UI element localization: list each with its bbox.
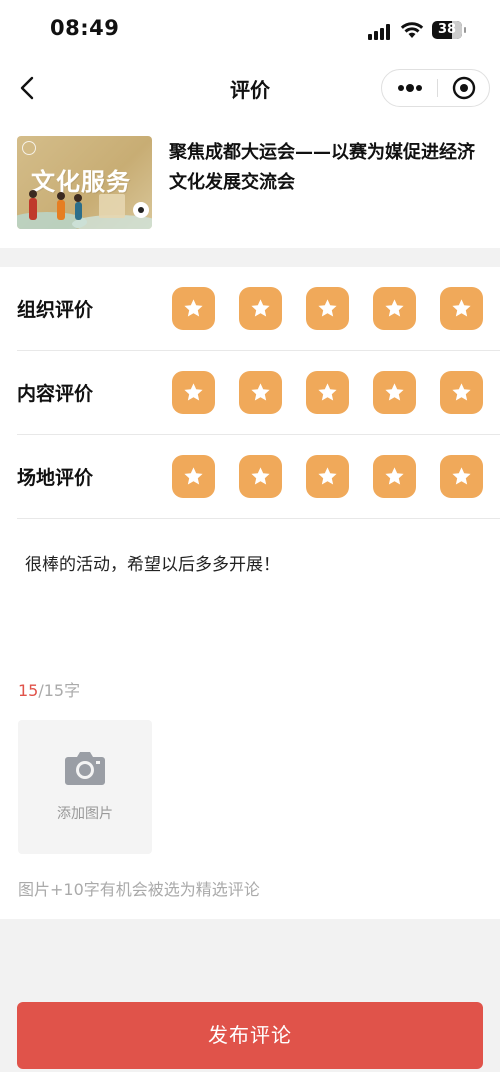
star-button[interactable] (239, 371, 282, 414)
rating-label: 场地评价 (17, 467, 94, 489)
star-icon (251, 383, 270, 401)
star-icon (385, 299, 404, 317)
star-icon (385, 467, 404, 485)
star-button[interactable] (440, 455, 483, 498)
star-icon (452, 299, 471, 317)
star-icon (452, 383, 471, 401)
comment-textarea[interactable]: 很棒的活动，希望以后多多开展！ (25, 550, 280, 575)
star-button[interactable] (239, 455, 282, 498)
star-button[interactable] (172, 287, 215, 330)
rating-section: 组织评价 内容评价 场地评价 很棒的活动，希望以后多多开展！ 15/15字 添加… (0, 267, 500, 919)
signal-icon (368, 24, 392, 40)
star-icon (184, 467, 203, 485)
star-icon (251, 299, 270, 317)
add-photo-button[interactable]: 添加图片 (18, 720, 152, 854)
rating-label: 组织评价 (17, 299, 94, 321)
rating-row-venue: 场地评价 (17, 435, 500, 519)
star-icon (385, 383, 404, 401)
featured-hint: 图片+10字有机会被选为精选评论 (18, 880, 260, 899)
star-icon (452, 467, 471, 485)
star-icon (251, 467, 270, 485)
camera-icon (65, 752, 105, 785)
star-button[interactable] (239, 287, 282, 330)
star-button[interactable] (373, 455, 416, 498)
close-button[interactable] (438, 70, 490, 106)
star-button[interactable] (306, 455, 349, 498)
thumbnail-illustration (17, 190, 152, 229)
event-title: 聚焦成都大运会——以赛为媒促进经济文化发展交流会 (169, 142, 475, 193)
char-counter: 15/15字 (18, 677, 80, 701)
star-button[interactable] (172, 455, 215, 498)
star-icon (184, 299, 203, 317)
char-limit: /15字 (38, 681, 81, 700)
publish-button[interactable]: 发布评论 (17, 1002, 483, 1069)
star-button[interactable] (306, 371, 349, 414)
add-photo-label: 添加图片 (57, 806, 113, 822)
char-count: 15 (18, 681, 39, 700)
star-button[interactable] (373, 287, 416, 330)
star-button[interactable] (440, 287, 483, 330)
star-button[interactable] (306, 287, 349, 330)
status-time: 08:49 (50, 16, 120, 40)
star-icon (318, 383, 337, 401)
battery-level: 38 (437, 22, 457, 37)
status-bar: 08:49 38 (0, 0, 500, 62)
event-thumbnail: 文化服务 (17, 136, 152, 229)
back-icon (20, 76, 34, 100)
back-button[interactable] (14, 74, 42, 102)
battery-icon: 38 (432, 21, 466, 39)
mini-program-capsule (381, 69, 490, 107)
star-icon (318, 299, 337, 317)
wifi-icon (400, 20, 424, 40)
rating-label: 内容评价 (17, 383, 94, 405)
star-icon (318, 467, 337, 485)
more-icon (398, 84, 422, 92)
star-button[interactable] (373, 371, 416, 414)
close-target-icon (452, 76, 476, 100)
rating-row-content: 内容评价 (17, 351, 500, 435)
star-button[interactable] (440, 371, 483, 414)
star-button[interactable] (172, 371, 215, 414)
event-card[interactable]: 文化服务 聚焦成都大运会——以赛为媒促进经济文化发展交流会 (0, 114, 500, 248)
more-button[interactable] (382, 70, 437, 106)
star-icon (184, 383, 203, 401)
nav-bar: 评价 (0, 62, 500, 114)
rating-row-organization: 组织评价 (17, 267, 500, 351)
